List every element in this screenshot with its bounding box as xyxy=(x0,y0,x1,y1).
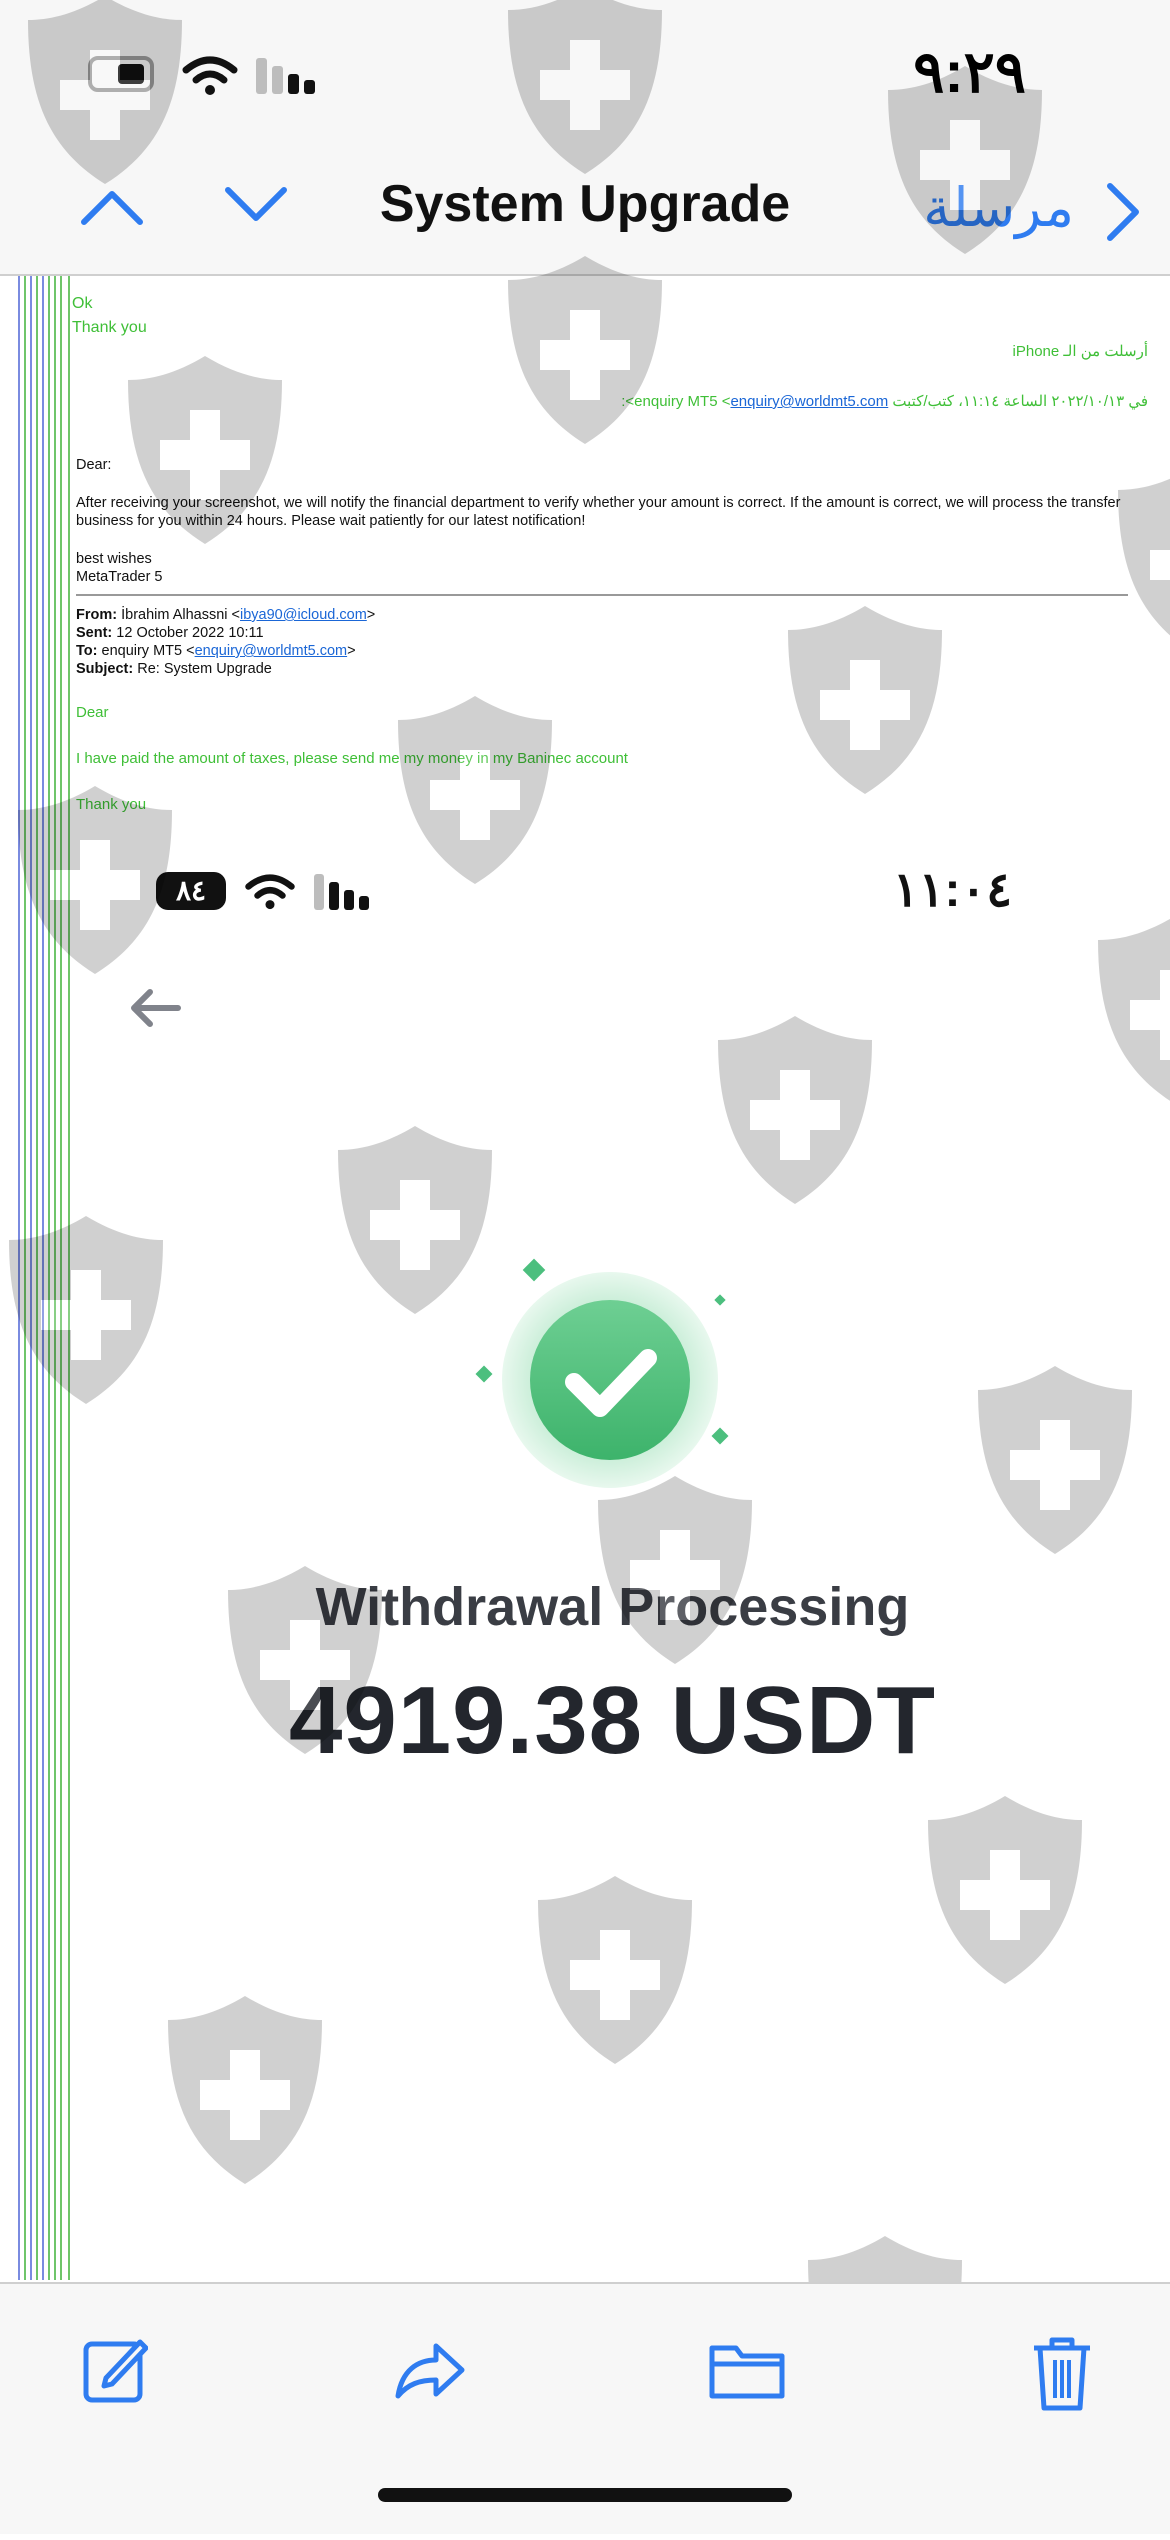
watermark-shield-icon xyxy=(928,1796,1082,1984)
watermark-shield-icon xyxy=(508,256,662,444)
reply-line-thanks: Thank you xyxy=(72,319,147,336)
closing: best wishes xyxy=(76,551,152,567)
quote-bars xyxy=(18,276,78,2280)
reply-line-ok: Ok xyxy=(72,295,93,312)
success-check-icon xyxy=(475,1258,729,1488)
greeting: Dear: xyxy=(76,457,112,473)
subject-line: Subject: Re: System Upgrade xyxy=(76,661,272,677)
wifi-icon xyxy=(182,56,238,95)
on-date-wrote: في ٢٠٢٢/١٠/١٣ الساعة ١١:١٤، كتب/كتبت enq… xyxy=(621,393,1148,410)
divider xyxy=(76,594,1128,596)
screenshot-battery: ٨٤ xyxy=(156,872,226,910)
message-body: After receiving your screenshot, we will… xyxy=(76,495,1121,529)
from-email-link[interactable]: ibya90@icloud.com xyxy=(240,607,367,623)
screenshot-back-arrow-icon xyxy=(131,989,181,1027)
from-line: From: İbrahim Alhassni <ibya90@icloud.co… xyxy=(76,607,376,623)
watermark-shield-icon xyxy=(538,1876,692,2064)
withdrawal-status-title: Withdrawal Processing xyxy=(315,1577,910,1637)
forward-icon[interactable] xyxy=(392,2334,468,2404)
quoted-body: I have paid the amount of taxes, please … xyxy=(76,750,628,767)
screenshot-time: ١١:٠٤ xyxy=(892,864,1012,917)
sent-from-iphone: أرسلت من الـ iPhone xyxy=(1012,343,1148,360)
sent-line: Sent: 12 October 2022 10:11 xyxy=(76,625,264,641)
compose-icon[interactable] xyxy=(82,2334,148,2404)
to-line: To: enquiry MT5 <enquiry@worldmt5.com> xyxy=(76,643,356,659)
quoted-message: Dear: After receiving your screenshot, w… xyxy=(76,456,1136,814)
watermark-shield-icon xyxy=(168,1996,322,2184)
to-email-link[interactable]: enquiry@worldmt5.com xyxy=(195,643,348,659)
screenshot-wifi-icon xyxy=(245,874,295,910)
withdrawal-amount: 4919.38 USDT xyxy=(288,1667,936,1774)
home-indicator[interactable] xyxy=(378,2488,792,2502)
status-bar: ٩:٢٩ xyxy=(0,0,1170,140)
screenshot-signal-icon xyxy=(314,874,370,910)
reply-text: Ok Thank you xyxy=(72,292,147,340)
trash-icon[interactable] xyxy=(1030,2334,1094,2412)
mail-nav-bar: System Upgrade مرسلة xyxy=(0,140,1170,276)
folder-icon[interactable] xyxy=(708,2334,786,2404)
watermark-shield-icon xyxy=(1098,918,1170,1101)
signal-icon xyxy=(256,58,316,94)
back-to-mailbox-label[interactable]: مرسلة xyxy=(923,176,1074,239)
quoted-dear: Dear xyxy=(76,704,109,721)
battery-level xyxy=(118,64,144,84)
quoted-thanks: Thank you xyxy=(76,796,147,813)
status-time: ٩:٢٩ xyxy=(913,40,1026,105)
sender-name: MetaTrader 5 xyxy=(76,569,163,585)
watermark-shield-icon xyxy=(718,1016,872,1204)
back-chevron-icon[interactable] xyxy=(1100,180,1144,244)
watermark-shield-icon xyxy=(978,1366,1132,1554)
sender-email-link[interactable]: enquiry@worldmt5.com xyxy=(730,393,888,410)
